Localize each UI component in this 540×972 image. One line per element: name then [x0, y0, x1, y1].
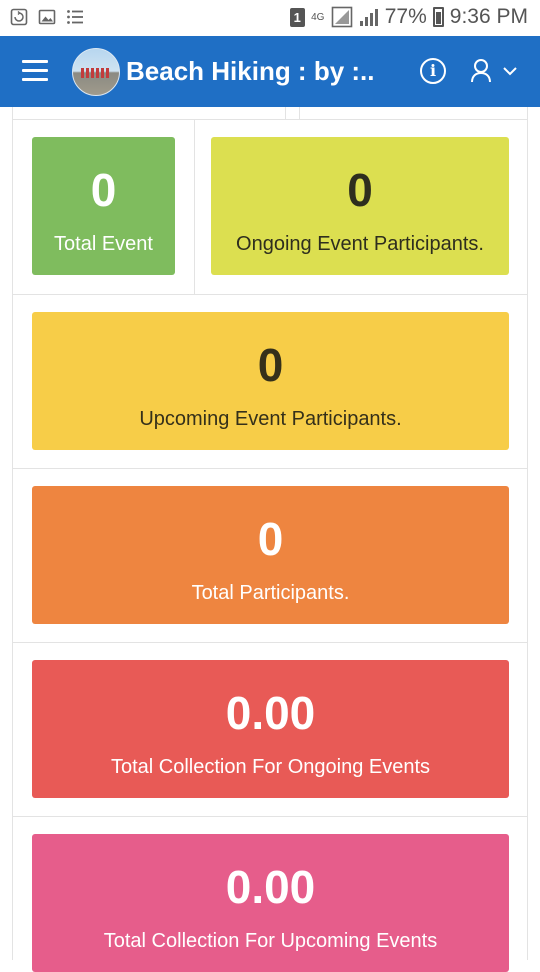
- list-icon: [67, 10, 83, 24]
- status-bar: 1 4G 77% 9:36 PM: [0, 0, 540, 36]
- battery-icon: [432, 7, 444, 27]
- collection-ongoing-value: 0.00: [225, 687, 316, 739]
- total-participants-card[interactable]: 0 Total Participants.: [32, 486, 509, 624]
- screenshot-icon: [10, 8, 28, 26]
- upcoming-participants-card[interactable]: 0 Upcoming Event Participants.: [32, 312, 509, 450]
- collection-upcoming-label: Total Collection For Upcoming Events: [103, 930, 438, 952]
- dashboard-content: 0 Total Event 0 Ongoing Event Participan…: [0, 107, 540, 972]
- system-indicators: 1 4G 77% 9:36 PM: [289, 5, 528, 29]
- stats-row-1: 0 Total Event 0 Ongoing Event Participan…: [12, 120, 528, 295]
- total-participants-value: 0: [257, 513, 284, 565]
- stats-row-4: 0.00 Total Collection For Ongoing Events: [12, 643, 528, 817]
- page-title: Beach Hiking : by :...: [126, 56, 376, 86]
- ongoing-participants-label: Ongoing Event Participants.: [236, 233, 484, 255]
- collection-upcoming-card[interactable]: 0.00 Total Collection For Upcoming Event…: [32, 834, 509, 972]
- upcoming-participants-label: Upcoming Event Participants.: [139, 408, 402, 430]
- total-event-label: Total Event: [54, 233, 153, 255]
- upcoming-participants-value: 0: [257, 339, 284, 391]
- collection-upcoming-value: 0.00: [225, 861, 316, 913]
- event-avatar[interactable]: [72, 48, 120, 96]
- network-type: 4G: [311, 11, 325, 23]
- collection-ongoing-label: Total Collection For Ongoing Events: [110, 756, 431, 778]
- clock: 9:36 PM: [449, 5, 528, 28]
- stats-row-3: 0 Total Participants.: [12, 469, 528, 643]
- chevron-down-icon: [503, 67, 517, 76]
- battery-percent: 77%: [384, 5, 427, 28]
- collection-ongoing-card[interactable]: 0.00 Total Collection For Ongoing Events: [32, 660, 509, 798]
- total-event-card[interactable]: 0 Total Event: [32, 137, 175, 275]
- stats-row-2: 0 Upcoming Event Participants.: [12, 295, 528, 469]
- total-event-value: 0: [90, 164, 117, 216]
- ongoing-participants-card[interactable]: 0 Ongoing Event Participants.: [211, 137, 509, 275]
- notification-icons: [10, 8, 84, 26]
- user-icon: [471, 59, 517, 83]
- table-top-edge: [12, 107, 528, 120]
- total-participants-label: Total Participants.: [191, 582, 350, 604]
- gallery-icon: [38, 9, 56, 25]
- user-menu-button[interactable]: [470, 56, 520, 86]
- app-bar: Beach Hiking : by :... i: [0, 36, 540, 107]
- stats-row-5: 0.00 Total Collection For Upcoming Event…: [12, 817, 528, 972]
- ongoing-participants-value: 0: [347, 164, 373, 216]
- sim-badge: 1: [289, 7, 305, 27]
- signal-box-icon: [331, 6, 353, 28]
- signal-bars-icon: [359, 9, 378, 26]
- info-icon[interactable]: i: [420, 58, 446, 84]
- avatar-photo: [81, 68, 111, 78]
- hamburger-menu-icon[interactable]: [22, 60, 48, 82]
